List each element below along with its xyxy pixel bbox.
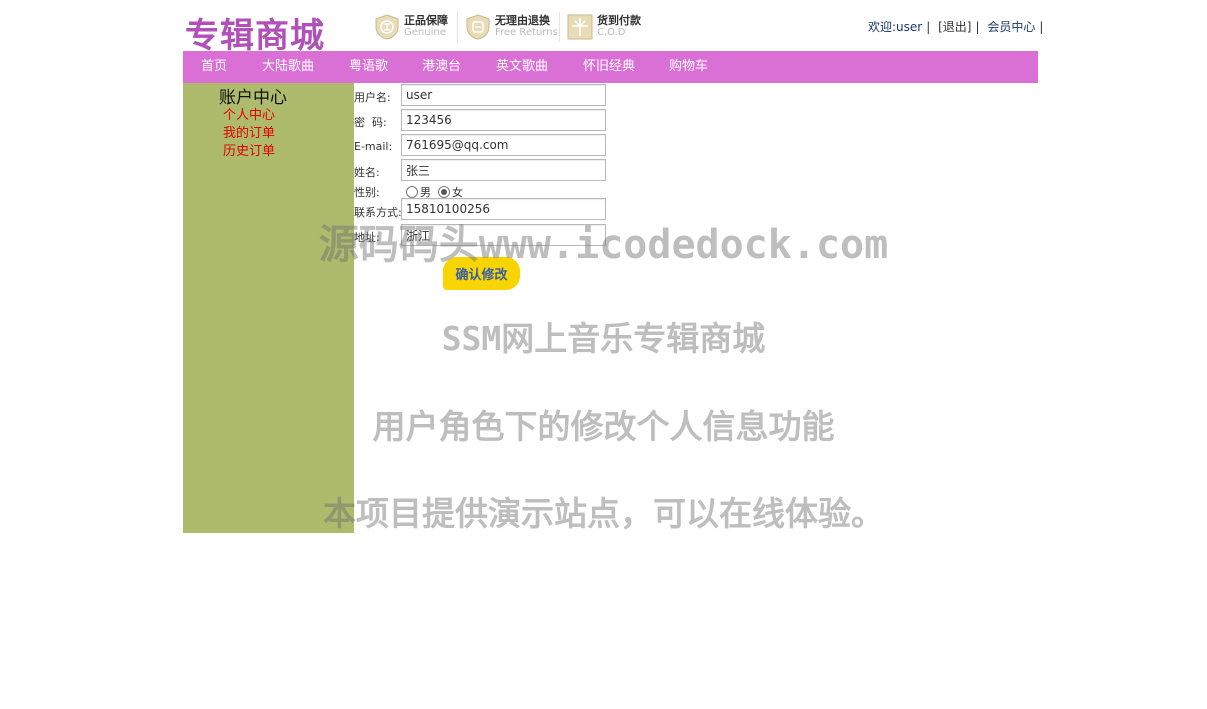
welcome-text: 欢迎:user — [868, 20, 923, 34]
email-label: E-mail: — [354, 140, 393, 153]
name-input[interactable] — [401, 159, 606, 181]
sidebar-item-order-history[interactable]: 历史订单 — [223, 140, 275, 159]
watermark-line: SSM网上音乐专辑商城 — [441, 319, 766, 358]
shield-icon — [375, 14, 399, 40]
phone-label: 联系方式: — [354, 206, 402, 219]
sidebar-item-profile[interactable]: 个人中心 — [223, 104, 275, 123]
nav-item-cantonese[interactable]: 粤语歌 — [349, 51, 388, 83]
badge-genuine-sub: Genuine — [404, 27, 446, 38]
badge-free-returns: 无理由退换 Free Returns — [465, 12, 558, 42]
badge-divider — [457, 12, 458, 42]
main-nav: 首页 大陆歌曲 粤语歌 港澳台 英文歌曲 怀旧经典 购物车 — [183, 51, 1038, 83]
nav-item-mainland[interactable]: 大陆歌曲 — [262, 51, 314, 83]
badge-divider — [559, 12, 560, 42]
gender-female-radio[interactable] — [438, 186, 450, 198]
cash-on-delivery-icon — [567, 14, 593, 40]
nav-item-english[interactable]: 英文歌曲 — [496, 51, 548, 83]
badge-cod: 货到付款 C.O.D — [567, 12, 641, 42]
divider: | — [975, 20, 980, 34]
email-input[interactable] — [401, 134, 606, 156]
badge-genuine: 正品保障 Genuine — [374, 12, 448, 42]
account-sidebar: 账户中心 个人中心 我的订单 历史订单 — [183, 83, 354, 533]
badge-returns-sub: Free Returns — [495, 27, 558, 38]
phone-input[interactable] — [401, 198, 606, 220]
confirm-edit-button[interactable]: 确认修改 — [443, 257, 520, 290]
sidebar-item-my-orders[interactable]: 我的订单 — [223, 122, 275, 141]
logout-link[interactable]: [退出] — [938, 20, 971, 34]
badge-cod-sub: C.O.D — [597, 27, 626, 38]
badge-returns-title: 无理由退换 — [495, 14, 550, 27]
nav-item-hk-macau-tw[interactable]: 港澳台 — [422, 51, 461, 83]
gender-male-radio[interactable] — [406, 186, 418, 198]
badge-cod-title: 货到付款 — [597, 14, 641, 27]
site-logo[interactable]: 专辑商城 — [185, 8, 325, 57]
username-label: 用户名: — [354, 91, 391, 104]
password-label: 密 码: — [354, 116, 387, 129]
name-label: 姓名: — [354, 166, 380, 179]
address-input[interactable] — [401, 224, 606, 246]
nav-item-home[interactable]: 首页 — [201, 51, 227, 83]
nav-item-classics[interactable]: 怀旧经典 — [583, 51, 635, 83]
nav-item-cart[interactable]: 购物车 — [669, 51, 708, 83]
divider: | — [926, 20, 931, 34]
address-label: 地址: — [354, 231, 380, 244]
member-center-link[interactable]: 会员中心 — [987, 20, 1035, 34]
password-input[interactable] — [401, 109, 606, 131]
gender-label: 性别: — [354, 186, 380, 199]
badge-genuine-title: 正品保障 — [404, 14, 448, 27]
username-input[interactable] — [401, 84, 606, 106]
watermark-line: 用户角色下的修改个人信息功能 — [372, 407, 835, 446]
user-toolbar: 欢迎:user | [退出] | 会员中心 | — [868, 18, 1047, 35]
return-icon — [466, 14, 490, 40]
divider: | — [1039, 20, 1044, 34]
watermark-line: 本项目提供演示站点，可以在线体验。 — [323, 494, 884, 533]
